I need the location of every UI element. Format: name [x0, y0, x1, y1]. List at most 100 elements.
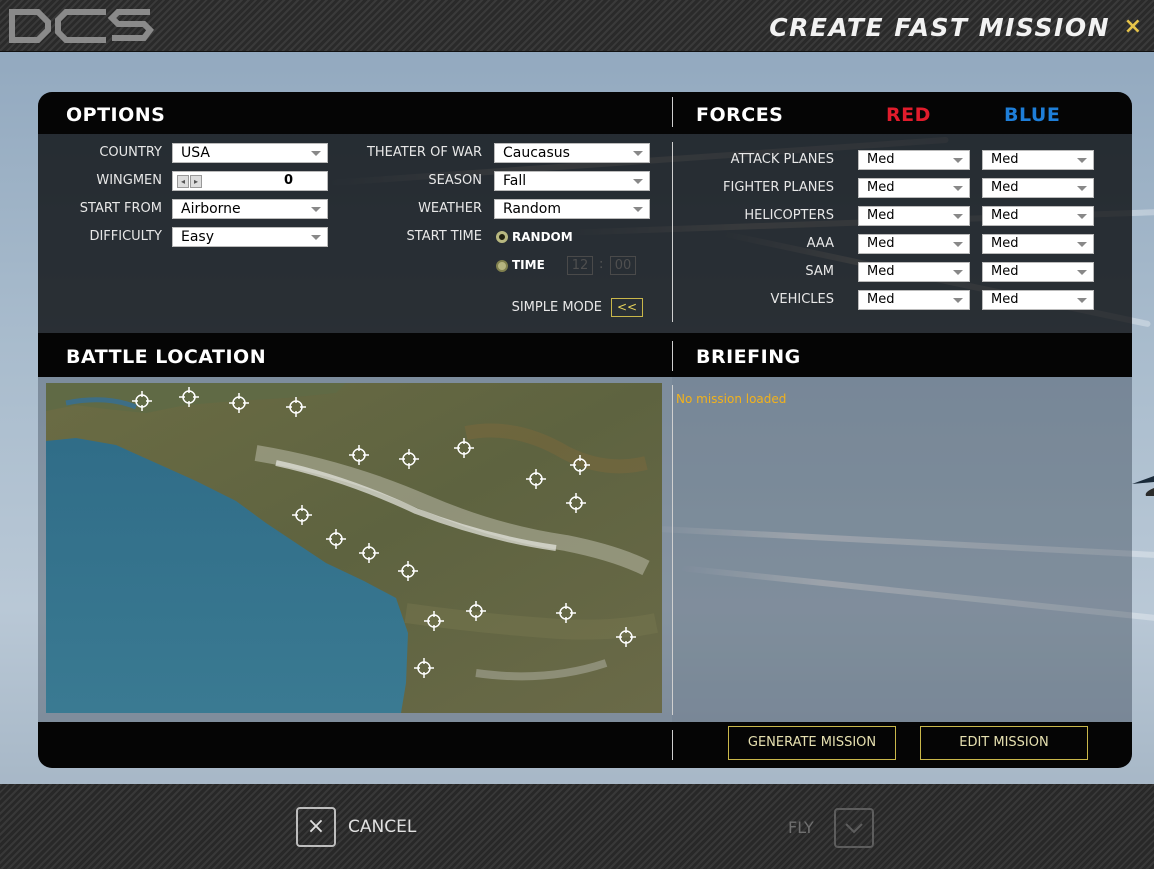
red-force-value: Med [867, 264, 895, 279]
divider [672, 97, 673, 127]
red-force-dropdown[interactable]: Med [858, 178, 970, 198]
blue-force-value: Med [991, 236, 1019, 251]
briefing-status: No mission loaded [676, 392, 787, 406]
crosshair-target-icon[interactable] [453, 437, 475, 459]
blue-force-value: Med [991, 152, 1019, 167]
crosshair-target-icon[interactable] [565, 492, 587, 514]
difficulty-dropdown[interactable]: Easy [172, 227, 328, 247]
crosshair-target-icon[interactable] [398, 448, 420, 470]
country-dropdown[interactable]: USA [172, 143, 328, 163]
crosshair-target-icon[interactable] [285, 396, 307, 418]
crosshair-target-icon[interactable] [228, 392, 250, 414]
wingmen-stepper[interactable]: ◂ ▸ 0 [172, 171, 328, 191]
dropdown-arrow-icon [633, 207, 643, 212]
divider [672, 385, 673, 715]
forces-heading: FORCES [696, 104, 784, 126]
season-dropdown[interactable]: Fall [494, 171, 650, 191]
fixed-time-radio[interactable] [496, 260, 508, 272]
blue-force-dropdown[interactable]: Med [982, 290, 1094, 310]
blue-force-value: Med [991, 208, 1019, 223]
crosshair-target-icon[interactable] [555, 602, 577, 624]
briefing-area [672, 377, 1132, 722]
crosshair-target-icon[interactable] [465, 600, 487, 622]
dropdown-arrow-icon [953, 270, 963, 275]
dropdown-arrow-icon [1077, 242, 1087, 247]
hour-field[interactable]: 12 [567, 256, 593, 275]
blue-force-dropdown[interactable]: Med [982, 234, 1094, 254]
crosshair-target-icon[interactable] [178, 386, 200, 408]
wingmen-value: 0 [283, 173, 293, 188]
red-force-value: Med [867, 208, 895, 223]
red-force-value: Med [867, 236, 895, 251]
fly-check-icon[interactable] [834, 808, 874, 848]
start-from-value: Airborne [181, 201, 241, 217]
cancel-x-icon[interactable]: × [296, 807, 336, 847]
divider [672, 341, 673, 371]
theater-label: THEATER OF WAR [366, 145, 482, 160]
red-force-dropdown[interactable]: Med [858, 150, 970, 170]
red-team-label: RED [886, 104, 931, 126]
random-time-radio[interactable] [496, 231, 508, 243]
dropdown-arrow-icon [1077, 270, 1087, 275]
crosshair-target-icon[interactable] [615, 626, 637, 648]
dropdown-arrow-icon [633, 179, 643, 184]
edit-mission-button[interactable]: EDIT MISSION [920, 726, 1088, 760]
crosshair-target-icon[interactable] [291, 504, 313, 526]
theater-value: Caucasus [503, 145, 570, 161]
start-from-dropdown[interactable]: Airborne [172, 199, 328, 219]
dropdown-arrow-icon [311, 207, 321, 212]
forces-row-label: ATTACK PLANES [730, 152, 834, 167]
red-force-dropdown[interactable]: Med [858, 262, 970, 282]
dropdown-arrow-icon [1077, 186, 1087, 191]
forces-row-label: SAM [805, 264, 834, 279]
dropdown-arrow-icon [953, 158, 963, 163]
simple-mode-button[interactable]: << [611, 298, 643, 317]
dropdown-arrow-icon [1077, 158, 1087, 163]
battle-map[interactable] [46, 383, 662, 713]
crosshair-target-icon[interactable] [131, 390, 153, 412]
crosshair-target-icon[interactable] [413, 657, 435, 679]
crosshair-target-icon[interactable] [325, 528, 347, 550]
red-force-value: Med [867, 180, 895, 195]
dropdown-arrow-icon [633, 151, 643, 156]
blue-force-dropdown[interactable]: Med [982, 150, 1094, 170]
divider [672, 142, 673, 322]
title-bar: CREATE FAST MISSION × [0, 0, 1154, 52]
season-value: Fall [503, 173, 527, 189]
close-icon[interactable]: × [1124, 14, 1142, 39]
weather-dropdown[interactable]: Random [494, 199, 650, 219]
blue-force-value: Med [991, 292, 1019, 307]
briefing-heading: BRIEFING [696, 346, 801, 368]
crosshair-target-icon[interactable] [358, 542, 380, 564]
crosshair-target-icon[interactable] [348, 444, 370, 466]
weather-label: WEATHER [418, 201, 482, 216]
red-force-dropdown[interactable]: Med [858, 290, 970, 310]
forces-row-label: HELICOPTERS [744, 208, 834, 223]
increment-icon[interactable]: ▸ [190, 175, 202, 188]
generate-mission-button[interactable]: GENERATE MISSION [728, 726, 896, 760]
blue-force-dropdown[interactable]: Med [982, 262, 1094, 282]
cancel-button[interactable]: CANCEL [348, 817, 416, 837]
minute-field[interactable]: 00 [610, 256, 636, 275]
country-label: COUNTRY [99, 145, 162, 160]
crosshair-target-icon[interactable] [569, 454, 591, 476]
header-band [38, 92, 1132, 134]
crosshair-target-icon[interactable] [397, 560, 419, 582]
wingmen-label: WINGMEN [96, 173, 162, 188]
blue-force-dropdown[interactable]: Med [982, 206, 1094, 226]
fly-label: FLY [788, 818, 814, 837]
red-force-dropdown[interactable]: Med [858, 206, 970, 226]
difficulty-value: Easy [181, 229, 215, 245]
theater-dropdown[interactable]: Caucasus [494, 143, 650, 163]
start-time-label: START TIME [406, 229, 482, 244]
dropdown-arrow-icon [1077, 214, 1087, 219]
blue-force-dropdown[interactable]: Med [982, 178, 1094, 198]
dropdown-arrow-icon [311, 235, 321, 240]
forces-row-label: AAA [806, 236, 834, 251]
decrement-icon[interactable]: ◂ [177, 175, 189, 188]
red-force-dropdown[interactable]: Med [858, 234, 970, 254]
aircraft-graphic [1132, 476, 1154, 496]
crosshair-target-icon[interactable] [423, 610, 445, 632]
red-force-value: Med [867, 152, 895, 167]
crosshair-target-icon[interactable] [525, 468, 547, 490]
